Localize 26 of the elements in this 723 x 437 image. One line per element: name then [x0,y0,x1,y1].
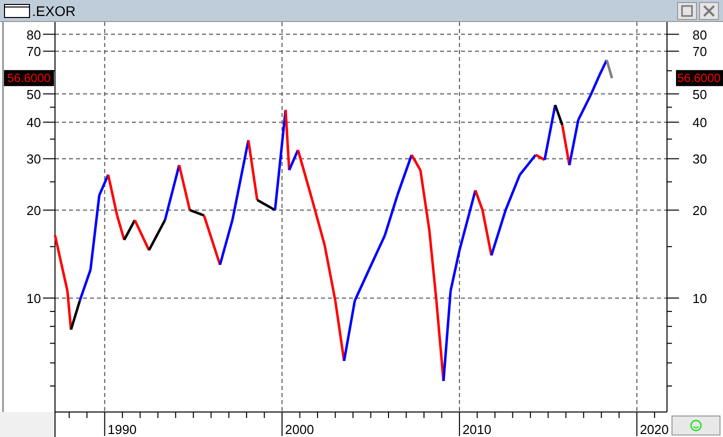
axis-label: 80 [692,27,707,42]
axis-label: 40 [692,115,707,130]
axis-label: 10 [692,291,707,306]
price-tag: 56.6000 [676,70,723,86]
axis-label: 50 [692,86,707,102]
axis-label: 30 [26,152,41,167]
status-indicator [672,416,720,436]
price-tag: 56.6000 [4,70,54,86]
window-title: .EXOR [32,2,76,18]
maximize-button[interactable] [677,2,697,20]
corner-panel [0,412,55,437]
axis-label: 30 [692,152,707,167]
axis-label: 2010 [462,422,492,437]
axis-label: 1990 [108,422,137,437]
axis-label: 70 [692,44,707,60]
axis-label: 40 [26,115,41,130]
window-icon [4,4,30,18]
axis-label: 2020 [640,422,669,437]
axis-label: 70 [26,44,41,60]
axis-label: 80 [26,27,41,42]
axis-label: 20 [692,203,707,218]
axis-label: 50 [26,86,41,102]
axis-label: 20 [26,203,41,218]
axis-label: 10 [26,291,41,306]
close-button[interactable] [699,2,719,20]
axis-label: 2000 [285,422,314,437]
